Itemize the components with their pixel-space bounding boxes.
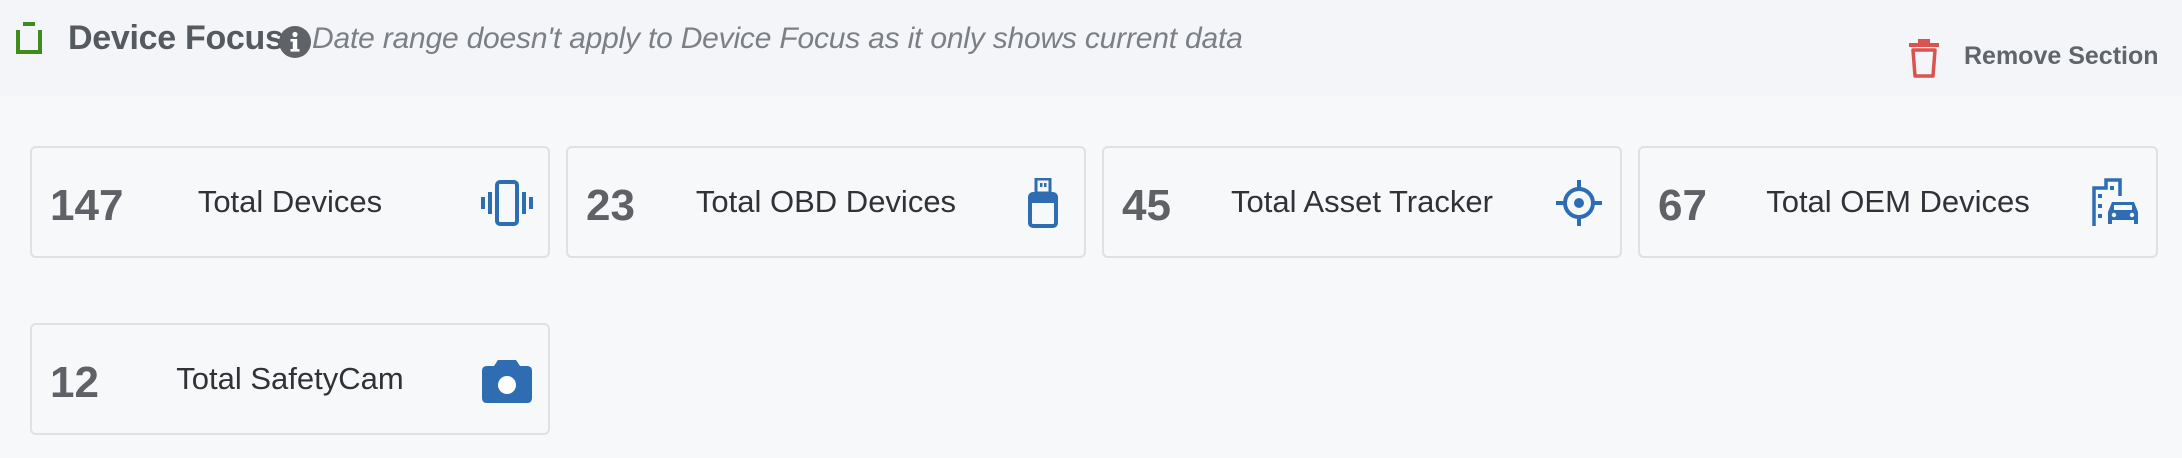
crosshair-icon <box>1552 178 1606 228</box>
trash-icon <box>1906 38 1942 78</box>
stat-label: Total SafetyCam <box>176 361 404 396</box>
remove-section-button[interactable]: Remove Section <box>1906 36 2166 80</box>
stat-value: 45 <box>1122 181 1171 230</box>
vibrating-phone-icon <box>480 178 534 228</box>
device-focus-page: Device Focus Date range doesn't apply to… <box>0 0 2182 458</box>
stat-card-total-obd-devices[interactable]: 23 Total OBD Devices <box>566 146 1086 258</box>
section-header: Device Focus Date range doesn't apply to… <box>0 0 2182 96</box>
stat-card-total-asset-tracker[interactable]: 45 Total Asset Tracker <box>1102 146 1622 258</box>
stat-label: Total Devices <box>197 184 383 219</box>
stat-value: 12 <box>50 358 99 407</box>
building-car-icon <box>2088 178 2142 228</box>
stat-label: Total Asset Tracker <box>1231 184 1493 219</box>
usb-dongle-icon <box>1016 177 1070 228</box>
stat-value: 23 <box>586 181 635 230</box>
stat-label: Total OEM Devices <box>1766 184 2030 219</box>
section-handle-icon <box>14 22 44 56</box>
stat-card-total-safetycam[interactable]: 12 Total SafetyCam <box>30 323 550 435</box>
stat-card-total-oem-devices[interactable]: 67 Total OEM Devices <box>1638 146 2158 258</box>
section-title: Device Focus <box>68 19 284 57</box>
remove-section-label: Remove Section <box>1964 42 2159 70</box>
camera-icon <box>480 355 534 405</box>
stat-value: 67 <box>1658 181 1707 230</box>
stat-card-total-devices[interactable]: 147 Total Devices <box>30 146 550 258</box>
date-range-note: Date range doesn't apply to Device Focus… <box>312 22 1243 55</box>
stat-label: Total OBD Devices <box>695 184 957 219</box>
info-icon[interactable] <box>278 25 312 59</box>
